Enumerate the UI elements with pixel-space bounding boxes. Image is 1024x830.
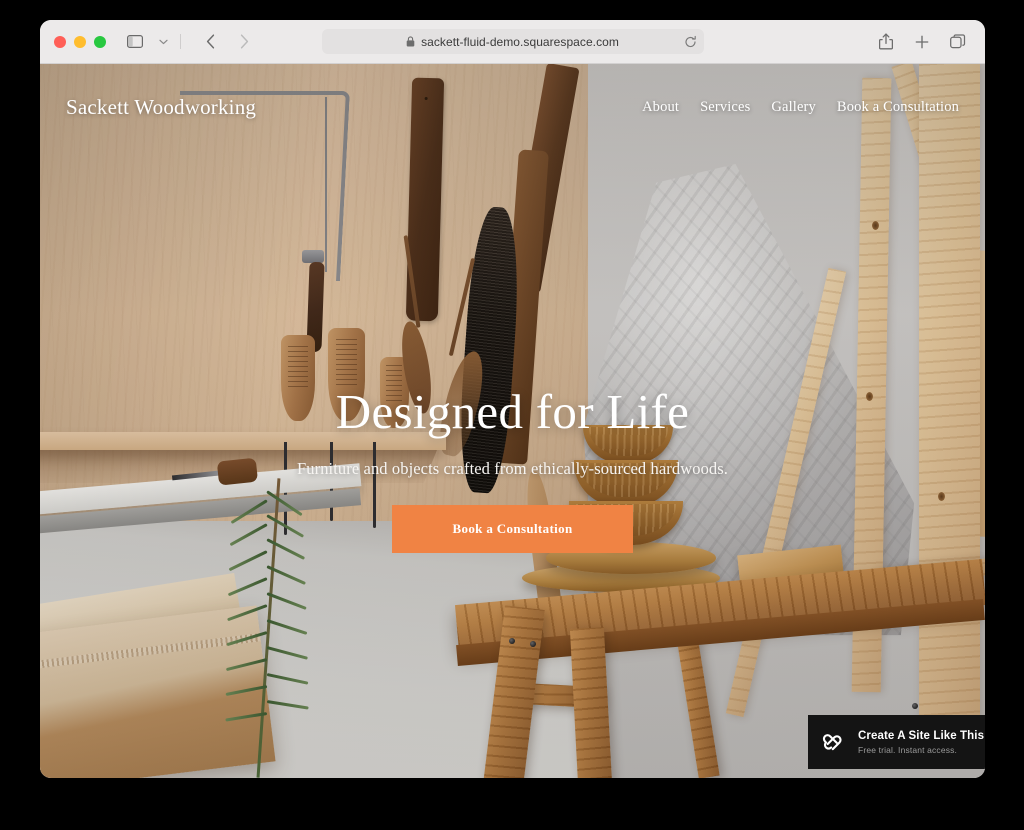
- sidebar-toggle-icon[interactable]: [122, 30, 148, 54]
- nav-item-gallery[interactable]: Gallery: [771, 99, 816, 116]
- new-tab-icon[interactable]: [909, 30, 935, 54]
- maximize-window-button[interactable]: [94, 35, 106, 48]
- reload-icon[interactable]: [684, 35, 697, 48]
- desktop-screen: sackett-fluid-demo.squarespace.com Sacke…: [0, 0, 1024, 830]
- promo-subtitle: Free trial. Instant access.: [858, 744, 958, 755]
- address-url-text: sackett-fluid-demo.squarespace.com: [421, 34, 619, 49]
- address-bar-container: sackett-fluid-demo.squarespace.com: [321, 29, 704, 54]
- nav-item-book-a-consultation[interactable]: Book a Consultation: [837, 99, 959, 116]
- hero-subtitle: Furniture and objects crafted from ethic…: [296, 459, 729, 479]
- nav-item-services[interactable]: Services: [700, 99, 750, 116]
- browser-toolbar: sackett-fluid-demo.squarespace.com: [40, 20, 985, 64]
- promo-title: Create A Site Like This: [858, 729, 985, 742]
- minimize-window-button[interactable]: [74, 35, 86, 48]
- close-window-button[interactable]: [54, 35, 66, 48]
- site-logo[interactable]: Sackett Woodworking: [66, 95, 256, 120]
- nav-item-about[interactable]: About: [642, 99, 679, 116]
- navigation-controls: [197, 30, 257, 54]
- chevron-down-icon[interactable]: [150, 30, 176, 54]
- toolbar-actions: [873, 30, 971, 54]
- back-button-icon[interactable]: [197, 30, 223, 54]
- forward-button-icon[interactable]: [231, 30, 257, 54]
- safari-window: sackett-fluid-demo.squarespace.com Sacke…: [40, 20, 985, 778]
- book-a-consultation-button[interactable]: Book a Consultation: [392, 505, 633, 554]
- address-bar[interactable]: sackett-fluid-demo.squarespace.com: [321, 29, 704, 54]
- promo-text: Create A Site Like This Free trial. Inst…: [858, 730, 984, 755]
- tab-overview-icon[interactable]: [945, 30, 971, 54]
- share-icon[interactable]: [873, 30, 899, 54]
- site-header: Sackett Woodworking About Services Galle…: [40, 64, 985, 150]
- sidebar-controls: [122, 30, 176, 54]
- webpage-viewport: Sackett Woodworking About Services Galle…: [40, 64, 985, 778]
- squarespace-logo-icon: [821, 729, 847, 755]
- hero-content: Designed for Life Furniture and objects …: [40, 384, 985, 554]
- hero-title: Designed for Life: [335, 384, 690, 439]
- site-navigation: About Services Gallery Book a Consultati…: [642, 99, 959, 116]
- squarespace-promo-badge[interactable]: Create A Site Like This Free trial. Inst…: [808, 715, 985, 769]
- toolbar-divider: [180, 34, 181, 49]
- lock-icon: [406, 36, 415, 47]
- window-controls: [54, 35, 106, 48]
